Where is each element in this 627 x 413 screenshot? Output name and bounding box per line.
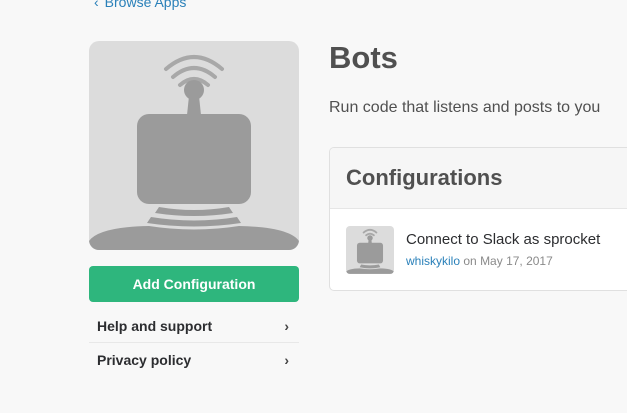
bot-thumbnail-icon <box>346 226 394 274</box>
add-configuration-button[interactable]: Add Configuration <box>89 266 299 302</box>
chevron-right-icon: › <box>284 351 289 368</box>
configuration-meta: whiskykilo on May 17, 2017 <box>406 254 553 268</box>
bot-app-illustration <box>89 41 299 250</box>
configuration-item[interactable]: Connect to Slack as sprocket whiskykilo … <box>330 209 627 290</box>
chevron-right-icon: › <box>284 317 289 334</box>
browse-apps-label: Browse Apps <box>104 0 187 10</box>
configuration-on-word: on <box>463 254 477 268</box>
help-and-support-label: Help and support <box>97 317 213 334</box>
page-title: Bots <box>329 40 398 75</box>
privacy-policy-label: Privacy policy <box>97 351 192 368</box>
configurations-card: Configurations Connect to Slack as sproc… <box>329 147 627 291</box>
configurations-heading: Configurations <box>330 148 627 209</box>
browse-apps-link[interactable]: ‹ Browse Apps <box>94 0 186 10</box>
configuration-name[interactable]: Connect to Slack as sprocket <box>406 231 600 248</box>
app-description: Run code that listens and posts to you <box>329 99 601 116</box>
help-and-support-link[interactable]: Help and support › <box>89 309 299 343</box>
privacy-policy-link[interactable]: Privacy policy › <box>89 343 299 376</box>
configuration-user-link[interactable]: whiskykilo <box>406 254 460 268</box>
side-links: Help and support › Privacy policy › <box>89 309 299 376</box>
chevron-left-icon: ‹ <box>94 0 99 10</box>
configuration-date: May 17, 2017 <box>480 254 553 268</box>
